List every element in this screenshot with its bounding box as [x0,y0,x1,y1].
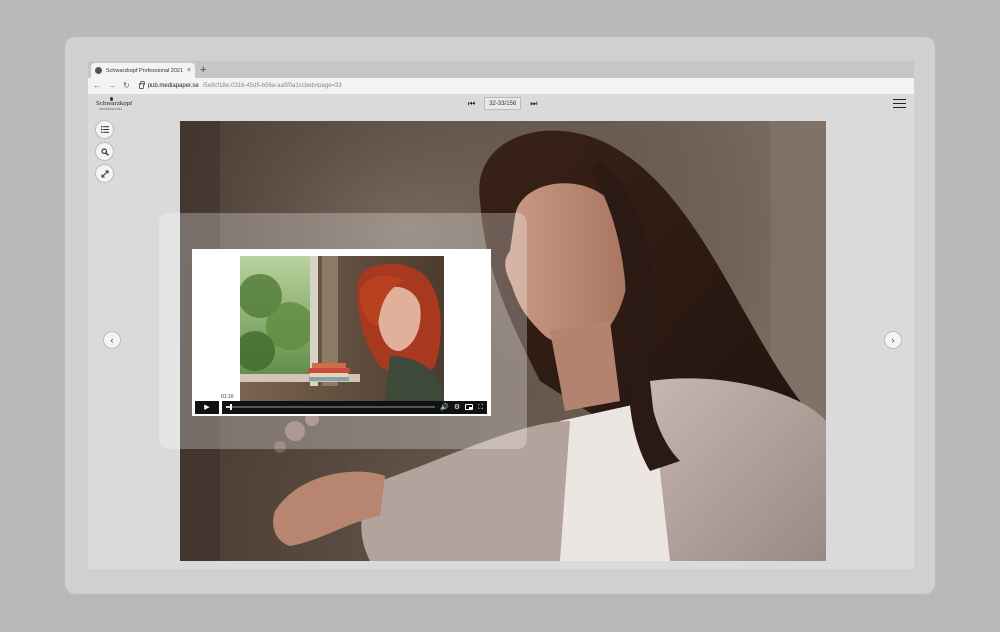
volume-icon[interactable]: 🔊 [440,404,449,411]
logo-subtext: PROFESSIONAL [99,107,123,111]
last-page-button[interactable]: ⏭ [530,99,537,108]
video-thumbnail[interactable] [240,256,444,401]
settings-icon[interactable]: ⚙ [454,404,460,411]
browser-window: Schwarzkopf Professional 2021 × + ← → ↻ … [88,61,914,569]
fullscreen-button[interactable] [96,165,113,182]
progress-handle[interactable] [230,404,233,410]
forward-button[interactable]: → [108,82,116,90]
new-tab-button[interactable]: + [200,64,206,76]
lock-icon [138,81,145,89]
play-button[interactable]: ▶ [195,400,219,414]
search-button[interactable] [96,143,113,160]
progress-slider[interactable] [226,404,436,410]
reload-button[interactable]: ↻ [123,82,130,90]
url-field[interactable]: pub.mediapaper.se/5e8cf18e-0316-45d5-b56… [138,81,342,89]
flipbook-viewer: Schwarzkopf PROFESSIONAL ⏮ 32-33/156 ⏭ ‹… [88,94,914,569]
menu-icon[interactable] [893,99,906,108]
browser-tab[interactable]: Schwarzkopf Professional 2021 × [91,63,195,78]
close-icon[interactable]: × [187,67,191,74]
first-page-button[interactable]: ⏮ [468,99,475,108]
expand-icon [101,170,108,177]
globe-icon [95,67,102,74]
logo-text: Schwarzkopf [96,101,133,107]
page-navigator: ⏮ 32-33/156 ⏭ [468,97,537,110]
picture-in-picture-icon[interactable] [465,404,474,410]
video-controls: ▶ 🔊 ⚙ ⛶ [195,400,487,414]
embedded-video-player: 01:10 ▶ 🔊 ⚙ ⛶ [192,249,491,416]
fullscreen-icon[interactable]: ⛶ [478,404,483,411]
url-path: /5e8cf18e-0316-45d5-b56a-aa5f0a1ccbeb#pa… [202,83,342,89]
tab-title: Schwarzkopf Professional 2021 [106,67,183,74]
back-button[interactable]: ← [93,82,101,90]
previous-page-button[interactable]: ‹ [104,332,120,348]
url-host: pub.mediapaper.se [147,83,199,89]
video-frame-image [240,256,444,401]
control-bar: 🔊 ⚙ ⛶ [222,400,487,414]
brand-logo[interactable]: Schwarzkopf PROFESSIONAL [96,97,133,111]
page-indicator[interactable]: 32-33/156 [484,97,522,110]
search-icon [100,147,109,156]
tab-strip: Schwarzkopf Professional 2021 × + [88,61,914,78]
list-icon [100,126,109,133]
next-page-button[interactable]: › [885,332,901,348]
address-bar: ← → ↻ pub.mediapaper.se/5e8cf18e-0316-45… [88,78,914,94]
table-of-contents-button[interactable] [96,121,113,138]
